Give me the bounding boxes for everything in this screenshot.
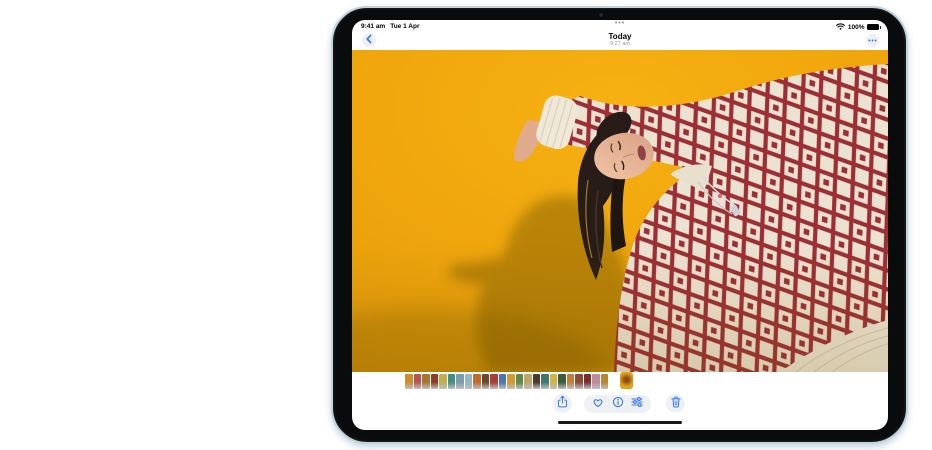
thumbnail[interactable] xyxy=(524,374,532,389)
battery-percent: 100% xyxy=(848,24,865,31)
selected-thumbnail[interactable] xyxy=(620,372,633,389)
thumbnail[interactable] xyxy=(456,374,464,389)
info-button[interactable] xyxy=(612,395,624,413)
share-button[interactable] xyxy=(553,394,572,413)
thumbnail[interactable] xyxy=(550,374,558,389)
ipad-screen: 9:41 am Tue 1 Apr ••• 100% xyxy=(352,20,888,430)
nav-bar: Today 9:27 am xyxy=(352,31,888,50)
thumbnail[interactable] xyxy=(575,374,583,389)
home-indicator[interactable] xyxy=(558,421,682,424)
page-background: 9:41 am Tue 1 Apr ••• 100% xyxy=(0,0,932,450)
heart-icon xyxy=(592,395,604,413)
battery-icon xyxy=(867,24,879,30)
trash-icon xyxy=(671,395,681,413)
thumbnail[interactable] xyxy=(516,374,524,389)
thumbnail[interactable] xyxy=(490,374,498,389)
nav-title-block: Today 9:27 am xyxy=(352,32,888,48)
favorite-button[interactable] xyxy=(592,395,604,413)
thumbnail[interactable] xyxy=(499,374,507,389)
thumbnail[interactable] xyxy=(465,374,473,389)
thumbnail[interactable] xyxy=(482,374,490,389)
thumbnail[interactable] xyxy=(431,374,439,389)
thumbnail[interactable] xyxy=(448,374,456,389)
thumbnail[interactable] xyxy=(405,374,413,389)
thumbnail[interactable] xyxy=(533,374,541,389)
thumbnail[interactable] xyxy=(439,374,447,389)
thumbnail[interactable] xyxy=(422,374,430,389)
thumbnail[interactable] xyxy=(567,374,575,389)
thumbnail[interactable] xyxy=(541,374,549,389)
adjust-sliders-icon xyxy=(631,395,643,413)
photo-timestamp: 9:27 am xyxy=(352,41,888,48)
photo-actions-pill xyxy=(584,395,651,413)
more-options-button[interactable] xyxy=(866,34,879,47)
edit-button[interactable] xyxy=(631,395,643,413)
thumbnail[interactable] xyxy=(592,374,600,389)
front-camera-icon xyxy=(599,13,603,17)
thumbnail[interactable] xyxy=(414,374,422,389)
multitask-indicator[interactable]: ••• xyxy=(352,21,888,27)
photo-image[interactable] xyxy=(352,50,888,372)
thumbnail[interactable] xyxy=(473,374,481,389)
info-icon xyxy=(612,395,624,413)
ellipsis-icon xyxy=(868,32,877,50)
share-icon xyxy=(557,395,568,413)
page-title: Today xyxy=(352,32,888,41)
thumbnail[interactable] xyxy=(558,374,566,389)
delete-button[interactable] xyxy=(666,394,685,413)
thumbnail-strip xyxy=(405,374,608,389)
thumbnail[interactable] xyxy=(507,374,515,389)
thumbnail[interactable] xyxy=(601,374,609,389)
thumbnail[interactable] xyxy=(584,374,592,389)
